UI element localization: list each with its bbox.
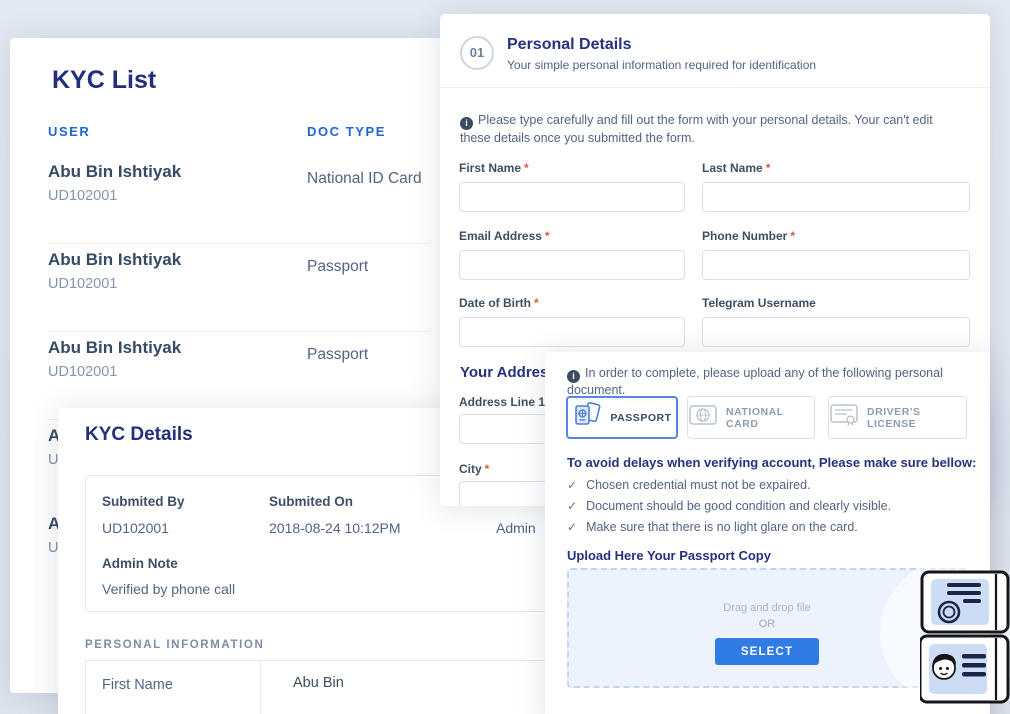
- doc-option-label: NATIONAL CARD: [726, 406, 814, 430]
- doc-type-value: National ID Card: [307, 170, 422, 188]
- phone-number-label: Phone Number*: [702, 229, 970, 243]
- user-name: Abu Bin Ishtiyak: [48, 338, 430, 358]
- id-cards-icon: [920, 568, 1010, 708]
- email-address-label: Email Address*: [459, 229, 685, 243]
- doc-option-passport[interactable]: PASSPORT: [566, 396, 678, 439]
- doc-option-label: DRIVER'S LICENSE: [867, 406, 966, 430]
- check-icon: ✓: [567, 520, 577, 534]
- required-mark: *: [524, 161, 529, 175]
- address-section-title: Your Address: [460, 364, 557, 381]
- upload-note: iIn order to complete, please upload any…: [567, 366, 967, 397]
- submitted-on-value: 2018-08-24 10:12PM: [269, 520, 401, 536]
- user-id: UD102001: [48, 364, 430, 380]
- required-mark: *: [766, 161, 771, 175]
- column-header-user: USER: [48, 124, 90, 139]
- info-row-label: First Name: [86, 661, 261, 714]
- user-id: UD102001: [48, 188, 430, 204]
- submitted-on-label: Submited On: [269, 494, 353, 509]
- kyc-admin-screen: KYC List USER DOC TYPE Abu Bin Ishtiyak …: [0, 0, 1010, 714]
- last-name-label: Last Name*: [702, 161, 970, 175]
- tip-text: Make sure that there is no light glare o…: [586, 520, 858, 534]
- info-icon: i: [567, 370, 580, 383]
- tips-title: To avoid delays when verifying account, …: [567, 455, 976, 470]
- first-name-input[interactable]: [459, 182, 685, 212]
- checked-by-value: Admin: [496, 520, 536, 536]
- doc-type-value: Passport: [307, 346, 368, 364]
- check-icon: ✓: [567, 499, 577, 513]
- id-cards-illustration: [878, 550, 1010, 714]
- tip-item: ✓ Chosen credential must not be expaired.: [567, 478, 811, 492]
- personal-details-title: Personal Details: [507, 36, 632, 54]
- admin-note-label: Admin Note: [102, 556, 178, 571]
- tip-item: ✓ Document should be good condition and c…: [567, 499, 891, 513]
- table-row[interactable]: Abu Bin Ishtiyak UD102001 National ID Ca…: [48, 156, 430, 244]
- user-name: Abu Bin Ishtiyak: [48, 250, 430, 270]
- telegram-username-input[interactable]: [702, 317, 970, 347]
- first-name-label: First Name*: [459, 161, 685, 175]
- doc-option-national-card[interactable]: NATIONAL CARD: [687, 396, 815, 439]
- date-of-birth-input[interactable]: [459, 317, 685, 347]
- required-mark: *: [790, 229, 795, 243]
- divider: [440, 87, 990, 88]
- check-icon: ✓: [567, 478, 577, 492]
- step-number-badge: 01: [460, 36, 494, 70]
- table-row[interactable]: Abu Bin Ishtiyak UD102001 Passport: [48, 332, 430, 420]
- submitted-by-label: Submited By: [102, 494, 185, 509]
- table-row[interactable]: Abu Bin Ishtiyak UD102001 Passport: [48, 244, 430, 332]
- doc-option-drivers-license[interactable]: DRIVER'S LICENSE: [828, 396, 967, 439]
- select-file-button[interactable]: SELECT: [715, 638, 819, 665]
- form-note-text: Please type carefully and fill out the f…: [460, 113, 933, 145]
- kyc-list-title: KYC List: [52, 66, 156, 95]
- admin-note-value: Verified by phone call: [102, 581, 235, 597]
- tip-text: Document should be good condition and cl…: [586, 499, 891, 513]
- passport-icon: [572, 401, 602, 434]
- upload-label: Upload Here Your Passport Copy: [567, 548, 771, 563]
- last-name-input[interactable]: [702, 182, 970, 212]
- telegram-username-label: Telegram Username: [702, 296, 970, 310]
- required-mark: *: [545, 229, 550, 243]
- column-header-doc-type: DOC TYPE: [307, 124, 386, 139]
- user-id: UD102001: [48, 276, 430, 292]
- personal-details-subtitle: Your simple personal information require…: [507, 58, 816, 72]
- required-mark: *: [534, 296, 539, 310]
- phone-number-input[interactable]: [702, 250, 970, 280]
- doc-option-label: PASSPORT: [610, 412, 671, 424]
- date-of-birth-label: Date of Birth*: [459, 296, 685, 310]
- info-icon: i: [460, 117, 473, 130]
- required-mark: *: [485, 462, 490, 476]
- personal-information-section-title: PERSONAL INFORMATION: [85, 639, 264, 651]
- tip-text: Chosen credential must not be expaired.: [586, 478, 810, 492]
- submitted-by-value: UD102001: [102, 520, 169, 536]
- upload-note-text: In order to complete, please upload any …: [567, 366, 943, 397]
- form-note: iPlease type carefully and fill out the …: [460, 112, 965, 147]
- doc-type-value: Passport: [307, 258, 368, 276]
- tip-item: ✓ Make sure that there is no light glare …: [567, 520, 858, 534]
- drivers-license-icon: [829, 403, 859, 432]
- national-card-icon: [688, 403, 718, 432]
- email-address-input[interactable]: [459, 250, 685, 280]
- kyc-details-title: KYC Details: [85, 424, 193, 446]
